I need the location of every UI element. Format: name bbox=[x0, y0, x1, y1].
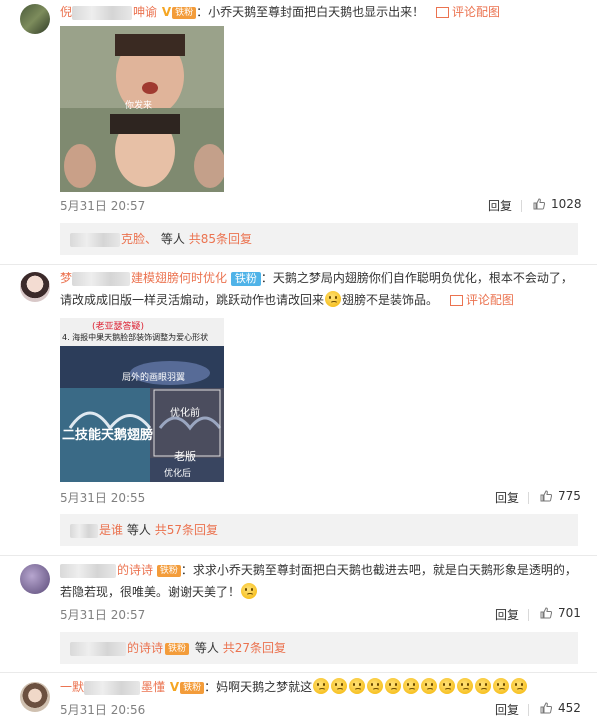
replies-summary[interactable]: 克脸、 等人 共85条回复 bbox=[60, 223, 578, 255]
like-count: 452 bbox=[558, 701, 581, 715]
view-replies-link[interactable]: 共27条回复 bbox=[223, 641, 286, 655]
comment-image-link[interactable]: 评论配图 bbox=[436, 5, 500, 19]
fan-badge: 铁粉 bbox=[172, 6, 197, 19]
like-button[interactable]: 775 bbox=[540, 489, 581, 503]
blurred-name bbox=[70, 523, 98, 538]
emoji-icon bbox=[367, 678, 384, 694]
username-link[interactable]: 一默 墨懂 bbox=[60, 680, 165, 695]
like-button[interactable]: 701 bbox=[540, 606, 581, 620]
separator bbox=[0, 555, 597, 556]
comment-text: 一默 墨懂 V 铁粉 ：妈啊天鹅之梦就这 bbox=[60, 677, 585, 697]
divider bbox=[528, 609, 529, 621]
avatar[interactable] bbox=[20, 272, 50, 302]
emoji-icon bbox=[475, 678, 492, 694]
view-replies-link[interactable]: 共85条回复 bbox=[189, 232, 252, 246]
username-link[interactable]: 倪呻谕 bbox=[60, 5, 157, 20]
emoji-icon bbox=[421, 678, 438, 694]
image-tag: 优化后 bbox=[164, 469, 192, 479]
replies-summary[interactable]: 的诗诗 铁粉 等人 共27条回复 bbox=[60, 632, 578, 664]
emoji-icon bbox=[493, 678, 510, 694]
emoji-icon bbox=[439, 678, 456, 694]
fan-badge: 铁粉 bbox=[156, 564, 181, 577]
sad-emoji-icon bbox=[241, 583, 258, 599]
reply-names[interactable]: 的诗诗 bbox=[127, 641, 163, 655]
emoji-row bbox=[312, 678, 528, 694]
image-tag: 优化前 bbox=[170, 408, 200, 419]
blurred-name bbox=[70, 641, 126, 656]
separator bbox=[0, 672, 597, 673]
verified-icon: V bbox=[169, 680, 180, 694]
comment-image[interactable]: (老亚瑟答疑) 4. 海报中果天鹅脸部装饰调整为爱心形状 局外的画眼羽翼 二技能… bbox=[60, 318, 224, 482]
like-button[interactable]: 452 bbox=[540, 701, 581, 715]
divider bbox=[528, 704, 529, 716]
verified-icon: V bbox=[161, 5, 172, 19]
reply-names[interactable]: 克脸、 bbox=[121, 232, 157, 246]
divider bbox=[528, 492, 529, 504]
comment-timestamp: 5月31日 20:56 bbox=[60, 703, 146, 717]
replies-summary[interactable]: 是谁 等人 共57条回复 bbox=[60, 514, 578, 546]
thumbs-up-icon bbox=[540, 607, 552, 619]
like-count: 701 bbox=[558, 606, 581, 620]
comment-text-line2: 若隐若现，很唯美。谢谢天美了！ bbox=[60, 582, 585, 602]
fan-badge: 铁粉 bbox=[165, 642, 190, 655]
reply-button[interactable]: 回复 bbox=[495, 701, 519, 718]
image-heading: 4. 海报中果天鹅脸部装饰调整为爱心形状 bbox=[62, 333, 209, 342]
reply-button[interactable]: 回复 bbox=[488, 197, 512, 214]
comment-text: 倪呻谕 V 铁粉 ：小乔天鹅至尊封面把白天鹅也显示出来！ 评论配图 bbox=[60, 2, 585, 22]
reply-button[interactable]: 回复 bbox=[495, 606, 519, 623]
avatar[interactable] bbox=[20, 4, 50, 34]
image-tag: 老版 bbox=[174, 450, 196, 463]
thumbs-up-icon bbox=[540, 702, 552, 714]
emoji-icon bbox=[313, 678, 330, 694]
reply-button[interactable]: 回复 bbox=[495, 489, 519, 506]
reply-names[interactable]: 是谁 bbox=[99, 523, 123, 537]
avatar[interactable] bbox=[20, 682, 50, 712]
comment-image[interactable]: 你发来 bbox=[60, 26, 224, 192]
image-tag: 二技能天鹅翅膀 bbox=[62, 428, 154, 443]
emoji-icon bbox=[511, 678, 528, 694]
like-count: 1028 bbox=[551, 197, 582, 211]
like-count: 775 bbox=[558, 489, 581, 503]
avatar[interactable] bbox=[20, 564, 50, 594]
username-link[interactable]: 梦建模翅膀何时优化 bbox=[60, 271, 227, 286]
comment-timestamp: 5月31日 20:57 bbox=[60, 199, 146, 213]
divider bbox=[521, 200, 522, 212]
comment-text: 的诗诗 铁粉 ：求求小乔天鹅至尊封面把白天鹅也截进去吧，就是白天鹅形象是透明的， bbox=[60, 560, 585, 580]
fan-badge: 铁粉 bbox=[180, 681, 205, 694]
emoji-icon bbox=[403, 678, 420, 694]
image-caption: 你发来 bbox=[125, 101, 153, 111]
emoji-icon bbox=[331, 678, 348, 694]
smile-emoji-icon bbox=[325, 291, 342, 307]
comment-timestamp: 5月31日 20:57 bbox=[60, 608, 146, 622]
fan-badge: 铁粉 bbox=[230, 271, 261, 286]
thumbs-up-icon bbox=[540, 490, 552, 502]
image-icon bbox=[436, 7, 450, 18]
emoji-icon bbox=[385, 678, 402, 694]
emoji-icon bbox=[349, 678, 366, 694]
username-link[interactable]: 的诗诗 bbox=[60, 563, 153, 578]
view-replies-link[interactable]: 共57条回复 bbox=[155, 523, 218, 537]
blurred-name bbox=[70, 232, 120, 247]
image-icon bbox=[449, 295, 463, 306]
emoji-icon bbox=[457, 678, 474, 694]
comment-text: 梦建模翅膀何时优化 铁粉 ：天鹅之梦局内翅膀你们自作聪明负优化，根本不会动了， bbox=[60, 271, 573, 286]
image-banner: (老亚瑟答疑) bbox=[92, 322, 145, 332]
comment-text-line2: 请改成成旧版一样灵活煽动，跳跃动作也请改回来 翅膀不是装饰品。 评论配图 bbox=[60, 291, 514, 307]
thumbs-up-icon bbox=[533, 198, 545, 210]
like-button[interactable]: 1028 bbox=[533, 197, 582, 211]
comment-timestamp: 5月31日 20:55 bbox=[60, 491, 146, 505]
comment-image-link[interactable]: 评论配图 bbox=[449, 293, 514, 307]
separator bbox=[0, 264, 597, 265]
image-tag: 局外的画眼羽翼 bbox=[122, 373, 186, 383]
